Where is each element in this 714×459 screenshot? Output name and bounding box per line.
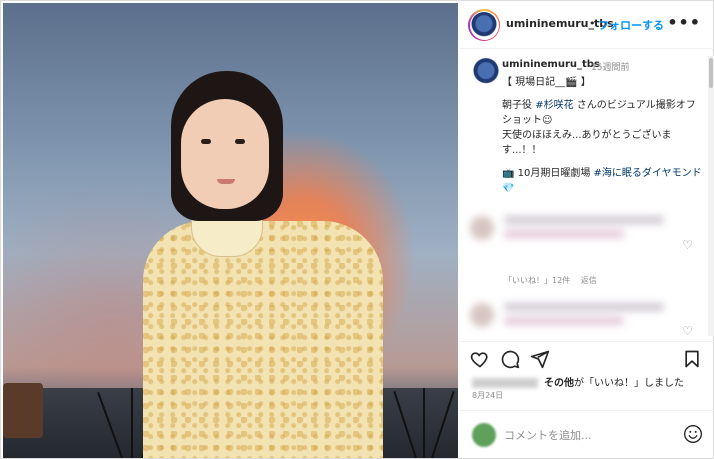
hashtag-link[interactable]: #海に眠るダイヤモンド <box>594 168 702 179</box>
comment-box <box>460 410 714 459</box>
comment-heart-icon[interactable]: ♡ <box>682 324 693 338</box>
caption-line3-prefix: 📺 10月期日曜劇場 <box>502 168 594 179</box>
caption-line1-prefix: 朝子役 <box>502 100 536 111</box>
caption-line2: 天使のほほえみ...ありがとうございます...！！ <box>502 130 672 156</box>
more-icon[interactable]: ••• <box>667 13 701 32</box>
comments-area[interactable]: umininemuru_tbs 15週間前 【 現場日記__🎬 】 朝子役 #杉… <box>460 50 714 340</box>
comment-likes[interactable]: 「いいね！」12件 <box>504 276 570 285</box>
light-stand <box>131 388 133 458</box>
comment-input[interactable] <box>504 425 654 445</box>
floral-dress <box>143 221 383 458</box>
caption-line3-suffix: 💎 <box>502 183 515 194</box>
user-avatar <box>472 423 496 447</box>
photo-subject <box>143 71 383 458</box>
header-separator: • <box>589 17 596 30</box>
comment-row[interactable] <box>468 295 688 335</box>
right-eye <box>235 139 245 144</box>
account-avatar[interactable] <box>471 12 497 38</box>
heart-icon[interactable] <box>470 349 490 369</box>
comment-text <box>504 230 624 238</box>
caption-username[interactable]: umininemuru_tbs <box>502 59 600 70</box>
commenter-avatar[interactable] <box>470 303 494 327</box>
light-stand <box>423 388 425 458</box>
action-bar <box>460 341 714 375</box>
post-side-panel: umininemuru_tbs • フォローする ••• umininemuru… <box>460 1 714 459</box>
post-date[interactable]: 8月24日 <box>472 390 503 401</box>
face <box>181 99 269 209</box>
reply-button[interactable]: 返信 <box>581 276 597 285</box>
comment-icon[interactable] <box>500 349 520 369</box>
emoji-icon[interactable] <box>683 424 703 444</box>
post-header: umininemuru_tbs • フォローする ••• <box>460 1 714 49</box>
caption-time[interactable]: 15週間前 <box>591 60 629 73</box>
post-photo[interactable] <box>3 3 458 458</box>
commenter-avatar[interactable] <box>470 216 494 240</box>
share-icon[interactable] <box>530 349 550 369</box>
comment-text <box>504 303 664 311</box>
comment-text <box>504 317 624 325</box>
smile <box>217 179 235 184</box>
comments-scrollbar[interactable] <box>708 56 714 336</box>
photo-equipment <box>3 383 43 438</box>
likes-summary[interactable]: その他が「いいね！」しました <box>472 374 684 389</box>
caption-footer: 📺 10月期日曜劇場 #海に眠るダイヤモンド 💎 <box>502 166 702 196</box>
comment-heart-icon[interactable]: ♡ <box>682 238 693 252</box>
left-eye <box>201 139 211 144</box>
comment-row[interactable] <box>468 208 688 248</box>
comment-text <box>504 216 664 224</box>
caption-text: 朝子役 #杉咲花 さんのビジュアル撮影オフショット☺︎ 天使のほほえみ...あり… <box>502 98 702 158</box>
likes-others[interactable]: その他 <box>544 378 574 389</box>
hashtag-link[interactable]: #杉咲花 <box>535 100 573 111</box>
caption-title: 【 現場日記__🎬 】 <box>502 77 591 88</box>
caption-avatar[interactable] <box>472 58 500 86</box>
story-ring[interactable] <box>468 9 500 41</box>
likes-text: が「いいね！」しました <box>574 378 684 389</box>
follow-button[interactable]: フォローする <box>598 17 664 33</box>
liker-name-blurred <box>472 378 538 388</box>
avatar[interactable] <box>472 58 500 86</box>
comment-meta: 「いいね！」12件 返信 <box>504 275 605 286</box>
save-icon[interactable] <box>682 349 702 369</box>
scrollbar-thumb[interactable] <box>709 58 713 88</box>
post-window: umininemuru_tbs • フォローする ••• umininemuru… <box>0 0 714 459</box>
